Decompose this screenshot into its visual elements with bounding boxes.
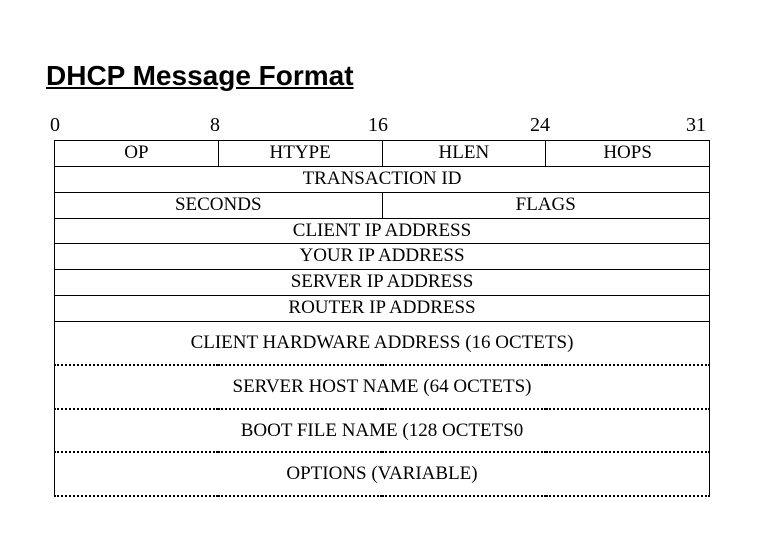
row-server-ip: SERVER IP ADDRESS — [55, 270, 710, 296]
diagram-title: DHCP Message Format — [46, 60, 734, 92]
message-format-table: OP HTYPE HLEN HOPS TRANSACTION ID SECOND… — [54, 140, 710, 497]
bit-8: 8 — [210, 114, 220, 137]
row-router-ip: ROUTER IP ADDRESS — [55, 296, 710, 322]
row-op-htype-hlen-hops: OP HTYPE HLEN HOPS — [55, 141, 710, 167]
field-seconds: SECONDS — [55, 192, 383, 218]
bit-ruler: 0 8 16 24 31 — [50, 114, 710, 140]
field-client-hw: CLIENT HARDWARE ADDRESS (16 OCTETS) — [55, 321, 710, 364]
bit-0: 0 — [50, 114, 60, 137]
field-router-ip: ROUTER IP ADDRESS — [55, 296, 710, 322]
field-op: OP — [55, 141, 219, 167]
row-options: OPTIONS (VARIABLE) — [55, 452, 710, 496]
bit-31: 31 — [686, 114, 706, 137]
field-transaction-id: TRANSACTION ID — [55, 166, 710, 192]
bit-24: 24 — [530, 114, 550, 137]
field-boot-file: BOOT FILE NAME (128 OCTETS0 — [55, 409, 710, 453]
field-options: OPTIONS (VARIABLE) — [55, 452, 710, 496]
field-flags: FLAGS — [382, 192, 710, 218]
row-server-host: SERVER HOST NAME (64 OCTETS) — [55, 365, 710, 409]
row-seconds-flags: SECONDS FLAGS — [55, 192, 710, 218]
field-client-ip: CLIENT IP ADDRESS — [55, 218, 710, 244]
row-boot-file: BOOT FILE NAME (128 OCTETS0 — [55, 409, 710, 453]
row-client-hw: CLIENT HARDWARE ADDRESS (16 OCTETS) — [55, 321, 710, 364]
field-server-ip: SERVER IP ADDRESS — [55, 270, 710, 296]
row-your-ip: YOUR IP ADDRESS — [55, 244, 710, 270]
field-hlen: HLEN — [382, 141, 546, 167]
bit-16: 16 — [368, 114, 388, 137]
field-htype: HTYPE — [218, 141, 382, 167]
row-transaction-id: TRANSACTION ID — [55, 166, 710, 192]
field-your-ip: YOUR IP ADDRESS — [55, 244, 710, 270]
field-server-host: SERVER HOST NAME (64 OCTETS) — [55, 365, 710, 409]
row-client-ip: CLIENT IP ADDRESS — [55, 218, 710, 244]
field-hops: HOPS — [546, 141, 710, 167]
